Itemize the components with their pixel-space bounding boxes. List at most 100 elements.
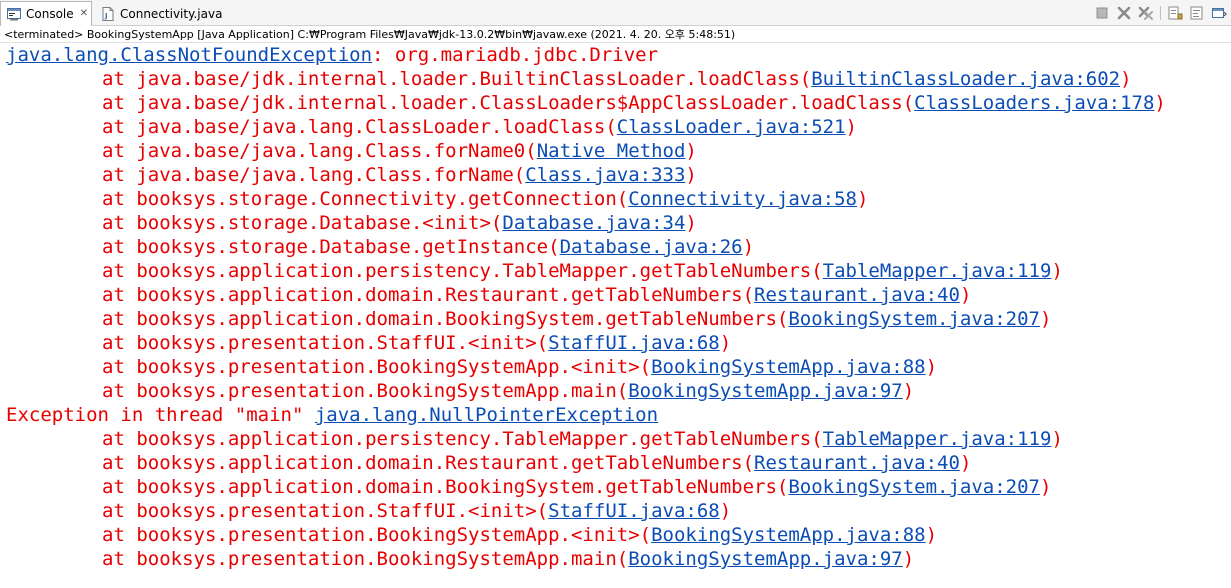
source-link[interactable]: Restaurant.java:40 — [754, 284, 960, 306]
console-text: Exception in thread "main" — [6, 404, 315, 426]
source-link[interactable]: BuiltinClassLoader.java:602 — [811, 68, 1120, 90]
remove-launch-icon — [1117, 6, 1131, 20]
console-text: at booksys.presentation.BookingSystemApp… — [102, 356, 652, 378]
console-text: ) — [685, 164, 697, 186]
stack-trace-line: at booksys.presentation.BookingSystemApp… — [6, 547, 1231, 571]
remove-all-terminated-button[interactable] — [1136, 3, 1156, 23]
stack-trace-line: at booksys.storage.Database.<init>(Datab… — [6, 211, 1231, 235]
console-text: at booksys.storage.Database.getInstance( — [102, 236, 560, 258]
console-text: ) — [1051, 260, 1063, 282]
console-text: at java.base/java.lang.ClassLoader.loadC… — [102, 116, 617, 138]
source-link[interactable]: Class.java:333 — [525, 164, 685, 186]
stack-trace-line: at java.base/java.lang.Class.forName(Cla… — [6, 163, 1231, 187]
svg-text:J: J — [104, 12, 108, 20]
remove-all-terminated-icon — [1138, 6, 1153, 20]
console-icon — [7, 8, 21, 21]
console-text: at booksys.presentation.BookingSystemApp… — [102, 524, 652, 546]
source-link[interactable]: Database.java:26 — [560, 236, 743, 258]
word-wrap-icon — [1190, 6, 1203, 20]
stack-trace-line: at booksys.presentation.BookingSystemApp… — [6, 523, 1231, 547]
tab-label: Console — [26, 7, 74, 21]
console-text: at java.base/jdk.internal.loader.Builtin… — [102, 68, 812, 90]
console-text: ) — [685, 212, 697, 234]
console-text: ) — [845, 116, 857, 138]
stack-trace-line: at java.base/jdk.internal.loader.Builtin… — [6, 67, 1231, 91]
console-text: ) — [856, 188, 869, 210]
console-text: ) — [902, 380, 915, 402]
source-link[interactable]: java.lang.NullPointerException — [315, 404, 658, 426]
source-link[interactable]: BookingSystem.java:207 — [788, 308, 1040, 330]
source-link[interactable]: Restaurant.java:40 — [754, 452, 960, 474]
stack-trace-line: at booksys.presentation.BookingSystemApp… — [6, 379, 1231, 403]
console-text: ) — [959, 452, 972, 474]
console-text: ) — [902, 548, 915, 570]
terminate-button[interactable] — [1092, 3, 1112, 23]
console-text: at booksys.application.persistency.Table… — [102, 428, 823, 450]
console-text: at java.base/jdk.internal.loader.ClassLo… — [102, 92, 915, 114]
console-text: ) — [1051, 428, 1063, 450]
tab-connectivity-java[interactable]: J Connectivity.java — [95, 1, 222, 26]
console-text: ) — [959, 284, 972, 306]
console-toolbar — [1092, 3, 1229, 23]
source-link[interactable]: BookingSystemApp.java:88 — [651, 356, 926, 378]
source-link[interactable]: Native Method — [537, 140, 686, 162]
console-text: : org.mariadb.jdbc.Driver — [372, 44, 659, 66]
stack-trace-line: at booksys.application.persistency.Table… — [6, 427, 1231, 451]
stack-trace-line: at booksys.application.domain.Restaurant… — [6, 451, 1231, 475]
source-link[interactable]: StaffUI.java:68 — [548, 500, 720, 522]
console-text: at booksys.application.domain.BookingSys… — [102, 476, 789, 498]
source-link[interactable]: BookingSystemApp.java:88 — [651, 524, 926, 546]
tab-label: Connectivity.java — [120, 6, 223, 21]
source-link[interactable]: BookingSystemApp.java:97 — [628, 548, 903, 570]
console-text: at booksys.presentation.StaffUI.<init>( — [102, 500, 549, 522]
source-link[interactable]: java.lang.ClassNotFoundException — [6, 44, 372, 66]
console-text: at booksys.presentation.BookingSystemApp… — [102, 380, 629, 402]
close-icon[interactable]: ✕ — [80, 9, 88, 19]
tab-console[interactable]: Console ✕ — [0, 1, 92, 26]
source-link[interactable]: TableMapper.java:119 — [823, 260, 1052, 282]
scroll-lock-icon — [1168, 6, 1183, 20]
console-text: at java.base/java.lang.Class.forName0( — [102, 140, 537, 162]
stack-trace-line: at java.base/java.lang.Class.forName0(Na… — [6, 139, 1231, 163]
console-text: at booksys.application.domain.Restaurant… — [102, 284, 755, 306]
console-text: ) — [925, 356, 938, 378]
view-tab-bar: Console ✕ J Connectivity.java — [0, 0, 1231, 26]
source-link[interactable]: BookingSystem.java:207 — [788, 476, 1040, 498]
exception-header-line: java.lang.ClassNotFoundException: org.ma… — [6, 43, 1231, 67]
source-link[interactable]: ClassLoaders.java:178 — [914, 92, 1154, 114]
console-text: at booksys.storage.Database.<init>( — [102, 212, 503, 234]
console-text: at booksys.presentation.BookingSystemApp… — [102, 548, 629, 570]
source-link[interactable]: Connectivity.java:58 — [628, 188, 857, 210]
scroll-lock-button[interactable] — [1165, 3, 1185, 23]
show-console-icon — [1212, 8, 1227, 18]
stack-trace-line: at booksys.application.domain.BookingSys… — [6, 475, 1231, 499]
console-text: ) — [1154, 92, 1166, 114]
console-text: at booksys.application.domain.BookingSys… — [102, 308, 789, 330]
console-output[interactable]: java.lang.ClassNotFoundException: org.ma… — [0, 43, 1231, 571]
console-text: at java.base/java.lang.Class.forName( — [102, 164, 526, 186]
source-link[interactable]: ClassLoader.java:521 — [617, 116, 846, 138]
console-text: at booksys.application.domain.Restaurant… — [102, 452, 755, 474]
source-link[interactable]: TableMapper.java:119 — [823, 428, 1052, 450]
console-text: ) — [719, 500, 732, 522]
word-wrap-button[interactable] — [1187, 3, 1207, 23]
stack-trace-line: at booksys.presentation.StaffUI.<init>(S… — [6, 331, 1231, 355]
console-text: at booksys.storage.Connectivity.getConne… — [102, 188, 629, 210]
stack-trace-line: at booksys.presentation.StaffUI.<init>(S… — [6, 499, 1231, 523]
stack-trace-line: at booksys.application.domain.BookingSys… — [6, 307, 1231, 331]
remove-launch-button[interactable] — [1114, 3, 1134, 23]
console-text: ) — [742, 236, 755, 258]
source-link[interactable]: StaffUI.java:68 — [548, 332, 720, 354]
console-text: ) — [1040, 308, 1052, 330]
stack-trace-line: at booksys.application.domain.Restaurant… — [6, 283, 1231, 307]
show-console-button[interactable] — [1209, 3, 1229, 23]
java-file-icon: J — [102, 6, 114, 21]
source-link[interactable]: BookingSystemApp.java:97 — [628, 380, 903, 402]
stack-trace-line: at java.base/java.lang.ClassLoader.loadC… — [6, 115, 1231, 139]
source-link[interactable]: Database.java:34 — [502, 212, 685, 234]
console-text: ) — [1040, 476, 1052, 498]
console-text: ) — [1120, 68, 1132, 90]
stack-trace-line: at java.base/jdk.internal.loader.ClassLo… — [6, 91, 1231, 115]
console-text: ) — [719, 332, 732, 354]
process-status-line: <terminated> BookingSystemApp [Java Appl… — [0, 26, 1231, 43]
